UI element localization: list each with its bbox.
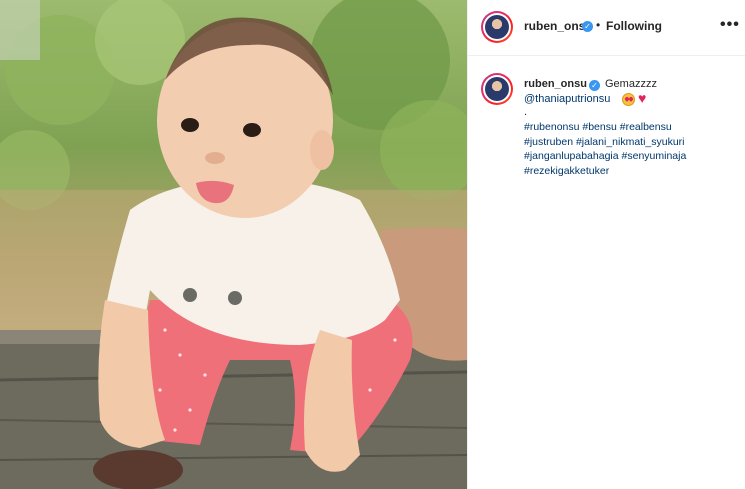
post-header: ruben_onsu ✓ • Following ••• <box>468 0 745 56</box>
hashtag-list: #rubenonsu #bensu #realbensu #justruben … <box>524 120 724 178</box>
post-sidebar: ruben_onsu ✓ • Following ••• ruben_onsu … <box>467 0 745 489</box>
caption-dot: . <box>524 106 528 118</box>
heart-eyes-emoji-icon <box>622 93 635 106</box>
verified-badge-icon: ✓ <box>582 21 593 32</box>
hashtag-line[interactable]: #rezekigakketuker <box>524 164 724 179</box>
hashtag-line[interactable]: #rubenonsu #bensu #realbensu <box>524 120 724 135</box>
author-avatar[interactable] <box>481 11 513 43</box>
caption-author-avatar[interactable] <box>481 73 513 105</box>
following-button[interactable]: Following <box>606 19 662 33</box>
more-options-icon[interactable]: ••• <box>720 16 740 34</box>
baby-photo-illustration <box>0 0 467 489</box>
caption-username-link[interactable]: ruben_onsu <box>524 78 587 90</box>
hashtag-line[interactable]: #janganlupabahagia #senyuminaja <box>524 149 724 164</box>
mention-link[interactable]: @thaniaputrionsu <box>524 93 610 105</box>
caption-text: Gemazzzz <box>605 78 657 90</box>
red-heart-emoji-icon: ♥ <box>638 90 647 106</box>
post-photo[interactable] <box>0 0 467 489</box>
hashtag-line[interactable]: #justruben #jalani_nikmati_syukuri <box>524 135 724 150</box>
separator-dot: • <box>596 18 601 32</box>
verified-badge-icon: ✓ <box>589 80 600 91</box>
